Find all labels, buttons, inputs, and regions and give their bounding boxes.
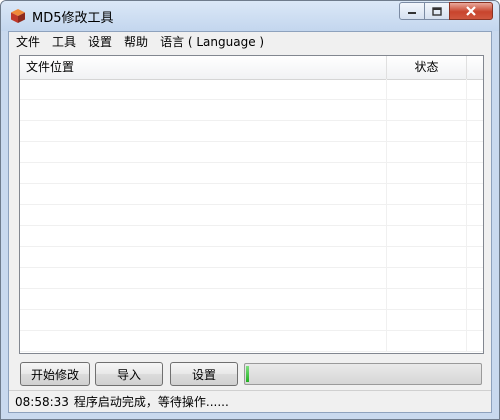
empty-row (20, 121, 483, 142)
window-controls (399, 2, 493, 20)
menu-bar: 文件 工具 设置 帮助 语言 ( Language ) (9, 32, 491, 52)
progress-fill (246, 366, 249, 382)
menu-settings[interactable]: 设置 (82, 32, 118, 52)
list-rows (20, 79, 483, 353)
empty-row (20, 247, 483, 268)
close-button[interactable] (449, 2, 493, 20)
empty-row (20, 142, 483, 163)
status-bar: 08:58:33 程序启动完成，等待操作...... (9, 390, 491, 412)
column-header-status[interactable]: 状态 (387, 56, 467, 79)
empty-row (20, 226, 483, 247)
empty-row (20, 331, 483, 352)
menu-tools[interactable]: 工具 (46, 32, 82, 52)
client-area: 文件 工具 设置 帮助 语言 ( Language ) 文件位置 状态 开始修改… (8, 31, 492, 413)
empty-row (20, 100, 483, 121)
empty-row (20, 205, 483, 226)
title-bar[interactable]: MD5修改工具 (1, 1, 499, 31)
minimize-icon (408, 12, 416, 14)
empty-row (20, 79, 483, 100)
empty-row (20, 310, 483, 331)
cube-app-icon (11, 9, 25, 23)
minimize-button[interactable] (399, 2, 425, 20)
empty-row (20, 268, 483, 289)
progress-bar (244, 363, 482, 385)
import-button[interactable]: 导入 (95, 362, 163, 386)
list-header: 文件位置 状态 (20, 56, 483, 80)
settings-button[interactable]: 设置 (170, 362, 238, 386)
empty-row (20, 289, 483, 310)
maximize-button[interactable] (424, 2, 450, 20)
menu-file[interactable]: 文件 (9, 32, 46, 52)
file-list[interactable]: 文件位置 状态 (19, 55, 484, 354)
window-title: MD5修改工具 (32, 11, 114, 26)
close-icon (466, 6, 476, 16)
empty-row (20, 163, 483, 184)
column-header-file-location[interactable]: 文件位置 (20, 56, 387, 79)
app-window: MD5修改工具 文件 工具 设置 帮助 语言 ( Language ) 文件位置… (0, 0, 500, 420)
status-time: 08:58:33 (15, 394, 69, 409)
menu-language[interactable]: 语言 ( Language ) (154, 32, 270, 52)
start-modify-button[interactable]: 开始修改 (20, 362, 90, 386)
empty-row (20, 184, 483, 205)
maximize-icon (432, 6, 442, 16)
menu-help[interactable]: 帮助 (118, 32, 154, 52)
status-message: 程序启动完成，等待操作...... (73, 395, 229, 409)
